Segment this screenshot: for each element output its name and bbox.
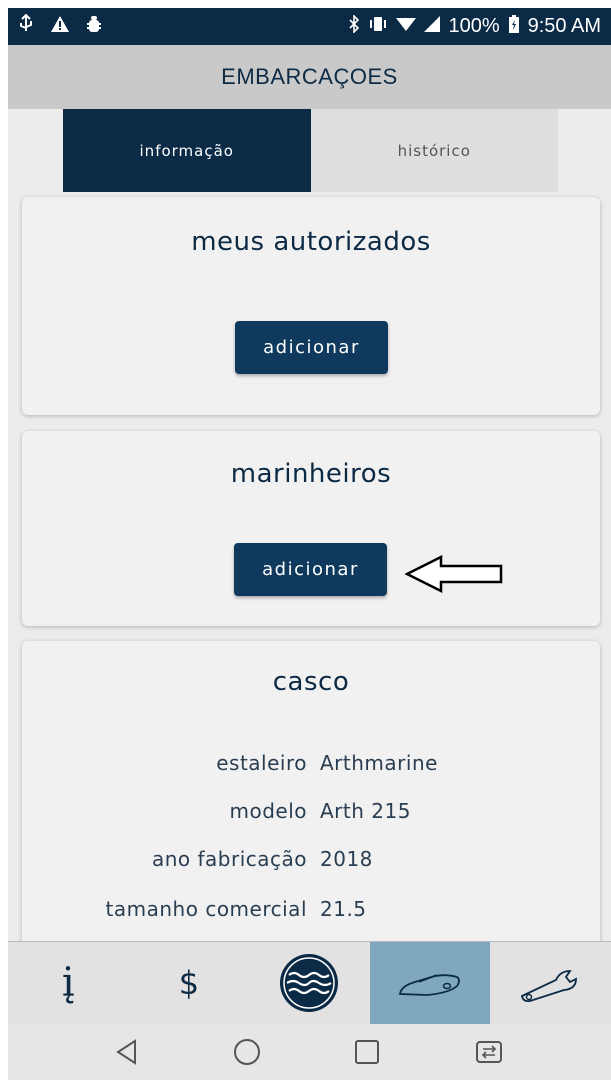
- nav-boats[interactable]: [369, 942, 491, 1024]
- status-right: 100% 9:50 AM: [348, 14, 601, 39]
- field-label: estaleiro: [216, 751, 307, 775]
- nav-finance[interactable]: $: [129, 942, 250, 1024]
- boat-icon: [399, 974, 460, 996]
- battery-icon: [508, 14, 520, 39]
- sailors-card-title: marinheiros: [230, 459, 392, 489]
- battery-percent: 100%: [448, 15, 500, 37]
- nav-home[interactable]: [249, 942, 370, 1024]
- authorized-card-title: meus autorizados: [191, 227, 431, 257]
- sailors-card: marinheiros adicionar: [22, 431, 600, 626]
- warning-icon: [50, 15, 70, 38]
- wrench-icon: [520, 970, 577, 1003]
- hull-field-row: estaleiro Arthmarine: [22, 751, 600, 781]
- nav-maintenance[interactable]: [490, 942, 611, 1024]
- field-value: 2018: [320, 847, 373, 871]
- wifi-icon: [396, 16, 417, 37]
- app-header: EMBARCAÇOES: [8, 45, 611, 109]
- hull-card: casco estaleiro Arthmarine modelo Arth 2…: [22, 641, 600, 941]
- page-title: EMBARCAÇOES: [221, 64, 398, 89]
- field-value: Arthmarine: [320, 751, 438, 775]
- signal-icon: [424, 16, 441, 37]
- usb-icon: [18, 13, 34, 39]
- arrow-left-icon: [405, 555, 503, 593]
- field-label: ano fabricação: [151, 847, 307, 871]
- hull-field-row: modelo Arth 215: [22, 799, 600, 829]
- info-icon: į: [61, 960, 75, 1006]
- dollar-icon: $: [178, 964, 200, 1002]
- field-label: modelo: [229, 799, 307, 823]
- field-value: 21.5: [320, 897, 367, 921]
- bottom-nav: į $: [8, 941, 611, 1024]
- hull-field-row: ano fabricação 2018: [22, 847, 600, 877]
- tab-bar: informação histórico: [63, 109, 558, 192]
- back-icon[interactable]: [115, 1039, 139, 1065]
- hull-field-row: tamanho comercial 21.5: [22, 897, 600, 927]
- bug-icon: [86, 15, 102, 38]
- main-content[interactable]: informação histórico meus autorizados ad…: [8, 109, 611, 941]
- hull-card-title: casco: [272, 667, 350, 697]
- field-label: tamanho comercial: [105, 897, 307, 921]
- nav-info[interactable]: į: [8, 942, 129, 1024]
- clock-time: 9:50 AM: [527, 15, 601, 37]
- tab-historico[interactable]: histórico: [310, 109, 558, 192]
- vibrate-icon: [368, 15, 388, 38]
- add-authorized-button[interactable]: adicionar: [235, 321, 388, 374]
- add-sailor-button[interactable]: adicionar: [234, 543, 387, 596]
- status-left-icons: [18, 13, 102, 39]
- bluetooth-icon: [348, 14, 360, 38]
- tab-informacao[interactable]: informação: [63, 109, 311, 192]
- switch-app-icon[interactable]: [474, 1039, 504, 1065]
- authorized-card: meus autorizados adicionar: [22, 197, 600, 415]
- waves-logo-icon: [280, 954, 339, 1012]
- field-value: Arth 215: [320, 799, 411, 823]
- system-nav-bar: [8, 1024, 611, 1080]
- home-icon[interactable]: [233, 1038, 261, 1066]
- status-bar: 100% 9:50 AM: [8, 8, 611, 45]
- recents-icon[interactable]: [354, 1039, 380, 1065]
